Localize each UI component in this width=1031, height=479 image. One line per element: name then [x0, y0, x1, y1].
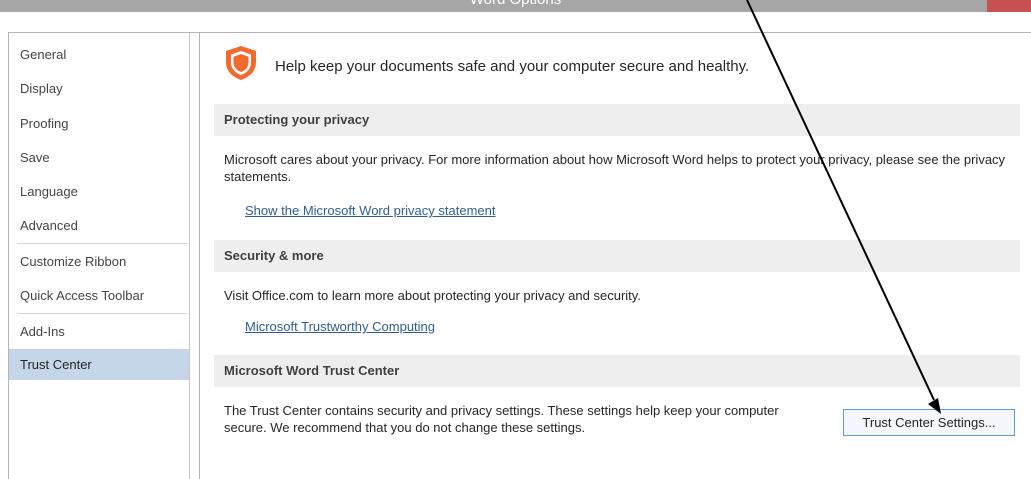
sidebar-divider	[17, 313, 187, 314]
trust-center-settings-button[interactable]: Trust Center Settings...	[843, 409, 1015, 436]
sidebar-item-quick-access-toolbar[interactable]: Quick Access Toolbar	[9, 280, 189, 311]
sidebar-item-save[interactable]: Save	[9, 142, 189, 173]
intro-text: Help keep your documents safe and your c…	[275, 58, 750, 75]
sidebar-item-trust-center[interactable]: Trust Center	[9, 349, 189, 380]
sidebar-item-general[interactable]: General	[9, 39, 189, 70]
trust-center-description: The Trust Center contains security and p…	[224, 403, 779, 435]
sidebar-divider	[17, 243, 187, 244]
sidebar-item-proofing[interactable]: Proofing	[9, 108, 189, 139]
sidebar-item-display[interactable]: Display	[9, 73, 189, 104]
privacy-statement-link[interactable]: Show the Microsoft Word privacy statemen…	[245, 203, 495, 218]
sidebar-item-customize-ribbon[interactable]: Customize Ribbon	[9, 246, 189, 277]
sidebar-item-advanced[interactable]: Advanced	[9, 210, 189, 241]
options-window: General Display Proofing Save Language A…	[8, 32, 1031, 479]
main-content: Help keep your documents safe and your c…	[199, 33, 1031, 479]
close-button[interactable]	[987, 0, 1031, 12]
title-bar: Word Options	[0, 0, 1031, 12]
sidebar: General Display Proofing Save Language A…	[9, 33, 190, 479]
section-header-security: Security & more	[214, 240, 1020, 272]
privacy-description: Microsoft cares about your privacy. For …	[224, 152, 1006, 184]
sidebar-item-language[interactable]: Language	[9, 176, 189, 207]
trustworthy-computing-link[interactable]: Microsoft Trustworthy Computing	[245, 319, 435, 334]
section-header-privacy: Protecting your privacy	[214, 104, 1020, 136]
shield-icon	[226, 46, 256, 80]
sidebar-item-add-ins[interactable]: Add-Ins	[9, 316, 189, 347]
section-header-trust-center: Microsoft Word Trust Center	[214, 355, 1020, 387]
window-title: Word Options	[0, 0, 1031, 8]
security-description: Visit Office.com to learn more about pro…	[224, 288, 641, 303]
